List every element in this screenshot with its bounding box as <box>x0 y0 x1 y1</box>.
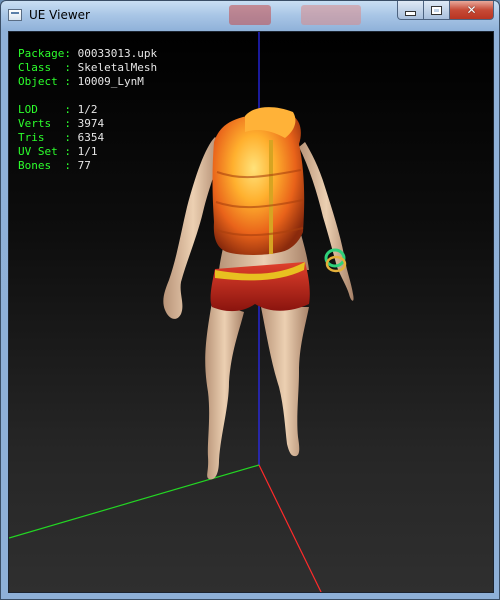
left-leg <box>205 302 244 480</box>
background-tile <box>301 5 361 25</box>
minimize-button[interactable] <box>397 1 424 20</box>
info-lod: LOD : 1/2 <box>18 103 98 116</box>
close-icon: ✕ <box>466 3 477 17</box>
info-object: Object : 10009_LynM <box>18 75 144 88</box>
info-verts: Verts : 3974 <box>18 117 105 130</box>
right-leg <box>261 307 309 457</box>
minimize-icon <box>405 10 416 16</box>
info-bones: Bones : 77 <box>18 159 91 172</box>
model-info-overlay: Package: 00033013.upk Class : SkeletalMe… <box>18 47 157 173</box>
background-tile <box>229 5 271 25</box>
window-title: UE Viewer <box>29 8 90 22</box>
app-window: UE Viewer ✕ Package: 00033013.upk Class … <box>0 0 500 600</box>
3d-viewport[interactable]: Package: 00033013.upk Class : SkeletalMe… <box>8 31 494 593</box>
info-tris: Tris : 6354 <box>18 131 105 144</box>
close-button[interactable]: ✕ <box>450 1 494 20</box>
x-axis-line <box>258 464 322 592</box>
info-package: Package: 00033013.upk <box>18 47 158 60</box>
info-class: Class : SkeletalMesh <box>18 61 158 74</box>
maximize-button[interactable] <box>424 1 450 20</box>
info-uvset: UV Set : 1/1 <box>18 145 98 158</box>
y-axis-line <box>9 464 260 539</box>
window-controls: ✕ <box>397 1 494 20</box>
app-icon <box>8 9 22 21</box>
title-bar[interactable]: UE Viewer ✕ <box>1 1 499 31</box>
maximize-icon <box>431 5 442 15</box>
